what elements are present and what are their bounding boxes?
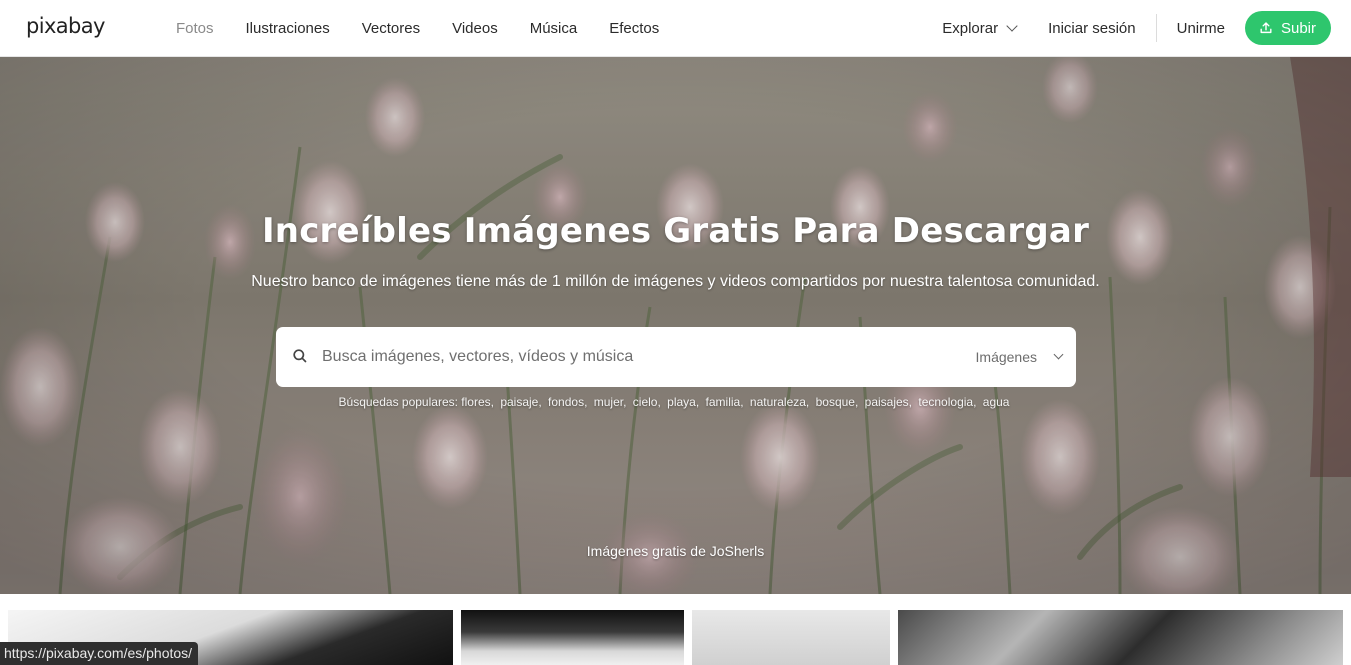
upload-icon — [1260, 22, 1272, 34]
popular-searches-label: Búsquedas populares: — [338, 395, 458, 409]
media-type-select[interactable]: Imágenes — [975, 327, 1064, 387]
upload-button[interactable]: Subir — [1244, 11, 1331, 45]
popular-term[interactable]: playa, — [667, 395, 699, 409]
popular-term[interactable]: cielo, — [633, 395, 661, 409]
search-icon[interactable] — [292, 348, 308, 364]
popular-term[interactable]: fondos, — [548, 395, 587, 409]
popular-term[interactable]: agua — [983, 395, 1010, 409]
hero-section: Increíbles Imágenes Gratis Para Descarga… — [0, 57, 1351, 594]
browser-status-url: https://pixabay.com/es/photos/ — [0, 642, 199, 665]
chevron-down-icon — [1006, 19, 1018, 32]
media-type-label: Imágenes — [975, 349, 1037, 365]
upload-label: Subir — [1280, 19, 1316, 37]
hero-subtitle: Nuestro banco de imágenes tiene más de 1… — [251, 273, 1100, 290]
nav-vectores[interactable]: Vectores — [362, 20, 420, 37]
top-navigation-bar: pixabay Fotos Ilustraciones Vectores Vid… — [0, 0, 1351, 57]
main-nav: Fotos Ilustraciones Vectores Videos Músi… — [176, 0, 691, 56]
hero-background-image — [0, 57, 1351, 594]
search-bar: Imágenes — [276, 327, 1076, 387]
hero-title: Increíbles Imágenes Gratis Para Descarga… — [261, 211, 1090, 251]
nav-musica[interactable]: Música — [530, 20, 578, 37]
header-actions: Explorar Iniciar sesión Unirme Subir — [942, 0, 1331, 56]
nav-efectos[interactable]: Efectos — [609, 20, 659, 37]
login-link[interactable]: Iniciar sesión — [1048, 20, 1136, 37]
popular-term[interactable]: paisaje, — [500, 395, 541, 409]
header-divider — [1155, 14, 1157, 42]
photo-thumbnail[interactable] — [461, 610, 684, 665]
pixabay-logo[interactable]: pixabay — [26, 14, 105, 38]
explore-menu[interactable]: Explorar — [942, 19, 1018, 37]
popular-term[interactable]: paisajes, — [865, 395, 912, 409]
popular-term[interactable]: naturaleza, — [750, 395, 809, 409]
popular-term[interactable]: tecnologia, — [918, 395, 976, 409]
photo-thumbnail[interactable] — [692, 610, 890, 665]
popular-term[interactable]: familia, — [706, 395, 744, 409]
join-link[interactable]: Unirme — [1177, 20, 1225, 37]
nav-videos[interactable]: Videos — [452, 20, 498, 37]
nav-ilustraciones[interactable]: Ilustraciones — [246, 20, 330, 37]
search-input[interactable] — [322, 327, 942, 387]
explore-label: Explorar — [942, 19, 999, 37]
popular-term[interactable]: flores, — [461, 395, 494, 409]
chevron-down-icon — [1053, 349, 1064, 360]
popular-term[interactable]: mujer, — [594, 395, 627, 409]
nav-fotos[interactable]: Fotos — [176, 20, 214, 37]
popular-term[interactable]: bosque, — [816, 395, 859, 409]
photo-thumbnail[interactable] — [898, 610, 1343, 665]
image-credit[interactable]: Imágenes gratis de JoSherls — [0, 543, 1351, 559]
popular-searches: Búsquedas populares: flores, paisaje, fo… — [0, 395, 1351, 409]
